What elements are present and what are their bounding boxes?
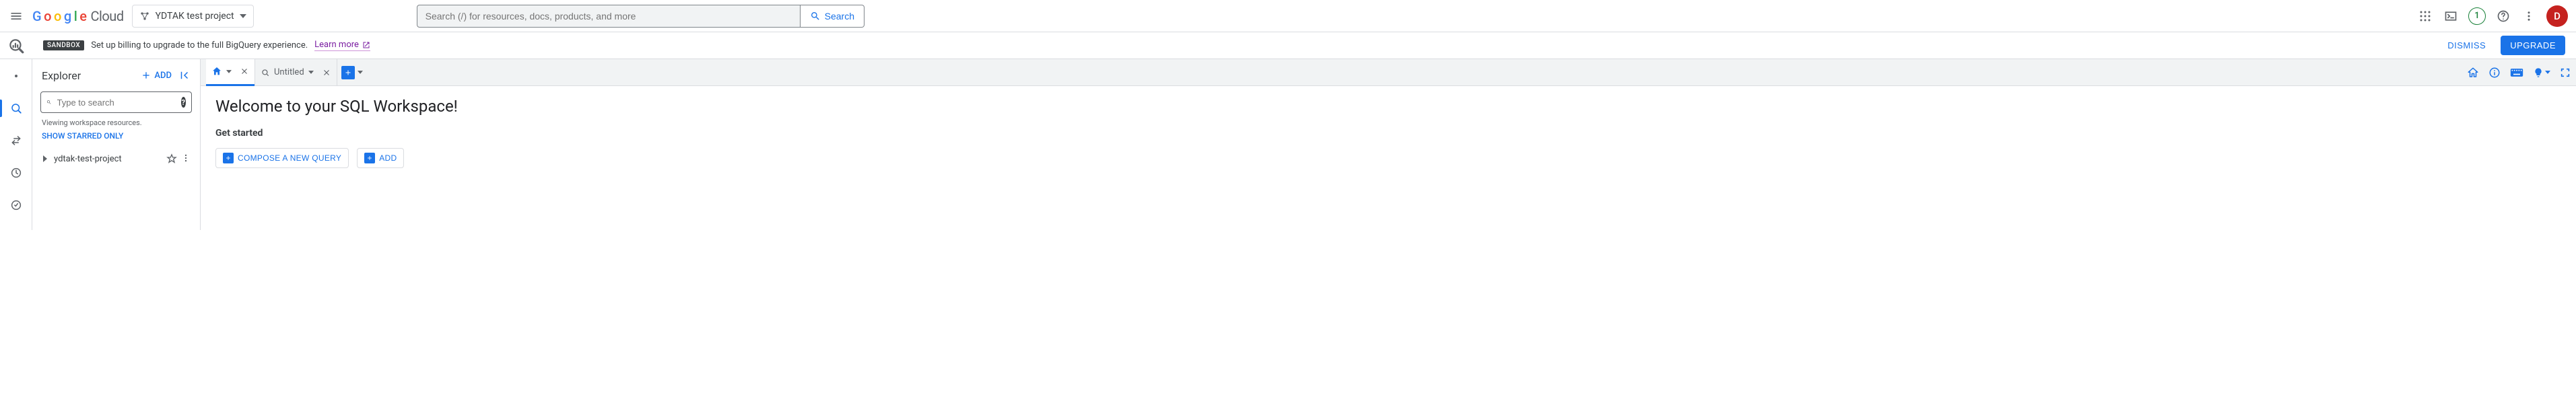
welcome-title: Welcome to your SQL Workspace! [215, 97, 2561, 116]
search-icon [46, 97, 52, 108]
search-input[interactable] [417, 11, 800, 22]
rail-reservations-icon[interactable] [0, 195, 32, 215]
learn-more-link[interactable]: Learn more [314, 40, 370, 51]
plus-box-icon [364, 153, 375, 163]
gcp-logo[interactable]: Google Cloud [32, 8, 124, 24]
top-header: Google Cloud YDTAK test project Search 1 [0, 0, 2576, 32]
learn-more-label: Learn more [314, 40, 359, 50]
search-wrap: Search [417, 5, 865, 28]
get-started-heading: Get started [215, 128, 2561, 139]
nav-menu-icon[interactable] [8, 8, 24, 24]
info-icon[interactable] [2488, 67, 2501, 79]
project-picker[interactable]: YDTAK test project [132, 5, 254, 28]
caret-down-icon [240, 14, 246, 18]
dismiss-button[interactable]: DISMISS [2441, 36, 2493, 54]
explorer-header-actions: ADD [141, 69, 191, 81]
free-trial-badge[interactable]: 1 [2468, 7, 2486, 25]
tree-row-actions [166, 153, 191, 164]
search-button-label: Search [825, 11, 854, 22]
banner-text: Set up billing to upgrade to the full Bi… [91, 40, 308, 50]
workspace-toolbar [2467, 67, 2571, 79]
project-icon [139, 11, 150, 22]
welcome-add-label: ADD [379, 153, 397, 163]
caret-right-icon [42, 155, 48, 162]
user-avatar[interactable]: D [2546, 5, 2568, 27]
external-link-icon [362, 41, 370, 49]
welcome-panel: Welcome to your SQL Workspace! Get start… [201, 86, 2576, 179]
close-icon[interactable] [240, 67, 249, 76]
explorer-search[interactable]: ? [40, 91, 192, 113]
trial-count: 1 [2474, 11, 2479, 21]
tab-untitled-label: Untitled [274, 67, 304, 77]
bigquery-product-icon[interactable] [0, 32, 32, 59]
search-icon [810, 11, 821, 22]
tab-home[interactable] [206, 59, 255, 86]
sandbox-banner: SANDBOX Set up billing to upgrade to the… [32, 32, 2576, 59]
tips-icon[interactable] [2533, 67, 2550, 78]
explorer-add-label: ADD [154, 71, 172, 81]
search-button[interactable]: Search [801, 5, 865, 28]
workspace-note: Viewing workspace resources. [40, 117, 192, 127]
logo-cloud-text: Cloud [91, 8, 124, 24]
compose-query-button[interactable]: COMPOSE A NEW QUERY [215, 148, 349, 168]
tab-row: Untitled [201, 59, 2576, 86]
workspace: Untitled Welcome to your SQL Workspac [201, 59, 2576, 230]
compose-query-mini-button[interactable] [341, 66, 355, 79]
rail-scheduled-icon[interactable] [0, 163, 32, 183]
compose-query-label: COMPOSE A NEW QUERY [238, 153, 341, 163]
avatar-initial: D [2554, 10, 2561, 22]
star-icon[interactable] [166, 153, 177, 164]
rail-dot[interactable] [0, 66, 32, 86]
rail-transfers-icon[interactable] [0, 130, 32, 151]
cloud-shell-icon[interactable] [2443, 8, 2459, 24]
keyboard-shortcuts-icon[interactable] [2510, 68, 2523, 77]
main-row: Explorer ADD ? Viewing workspace resourc… [0, 59, 2576, 230]
banner-actions: DISMISS UPGRADE [2441, 36, 2565, 55]
welcome-add-button[interactable]: ADD [357, 148, 404, 168]
header-right: 1 D [2417, 5, 2568, 27]
project-name: YDTAK test project [156, 11, 234, 22]
rail-sql-icon[interactable] [0, 98, 32, 118]
upgrade-button[interactable]: UPGRADE [2501, 36, 2565, 55]
welcome-actions: COMPOSE A NEW QUERY ADD [215, 148, 2561, 168]
explorer-header: Explorer ADD [32, 59, 200, 91]
search-help-icon[interactable]: ? [181, 97, 187, 108]
left-rail [0, 59, 32, 230]
explorer-search-input[interactable] [56, 97, 177, 108]
show-starred-only-link[interactable]: SHOW STARRED ONLY [40, 127, 192, 149]
explorer-panel: Explorer ADD ? Viewing workspace resourc… [32, 59, 201, 230]
home-shortcut-icon[interactable] [2467, 67, 2479, 79]
banner-row: SANDBOX Set up billing to upgrade to the… [0, 32, 2576, 59]
project-tree-row[interactable]: ydtak-test-project [40, 149, 192, 169]
explorer-body: ? Viewing workspace resources. SHOW STAR… [32, 91, 200, 169]
apps-icon[interactable] [2417, 8, 2433, 24]
project-node-label: ydtak-test-project [54, 154, 161, 164]
query-icon [261, 68, 270, 77]
caret-down-icon[interactable] [226, 70, 232, 73]
more-icon[interactable] [2521, 8, 2537, 24]
plus-icon [344, 69, 352, 77]
help-icon[interactable] [2495, 8, 2511, 24]
home-icon [211, 66, 222, 77]
caret-down-icon[interactable] [308, 71, 314, 74]
more-icon[interactable] [181, 153, 191, 163]
collapse-panel-icon[interactable] [178, 69, 191, 81]
explorer-title: Explorer [42, 69, 81, 82]
fullscreen-icon[interactable] [2560, 67, 2571, 78]
tab-untitled[interactable]: Untitled [255, 59, 337, 86]
close-icon[interactable] [322, 68, 331, 77]
search-input-wrap[interactable] [417, 5, 801, 28]
caret-down-icon[interactable] [358, 71, 363, 74]
sandbox-badge: SANDBOX [43, 40, 84, 50]
plus-icon [141, 70, 151, 81]
explorer-add-button[interactable]: ADD [141, 70, 172, 81]
plus-box-icon [223, 153, 234, 163]
